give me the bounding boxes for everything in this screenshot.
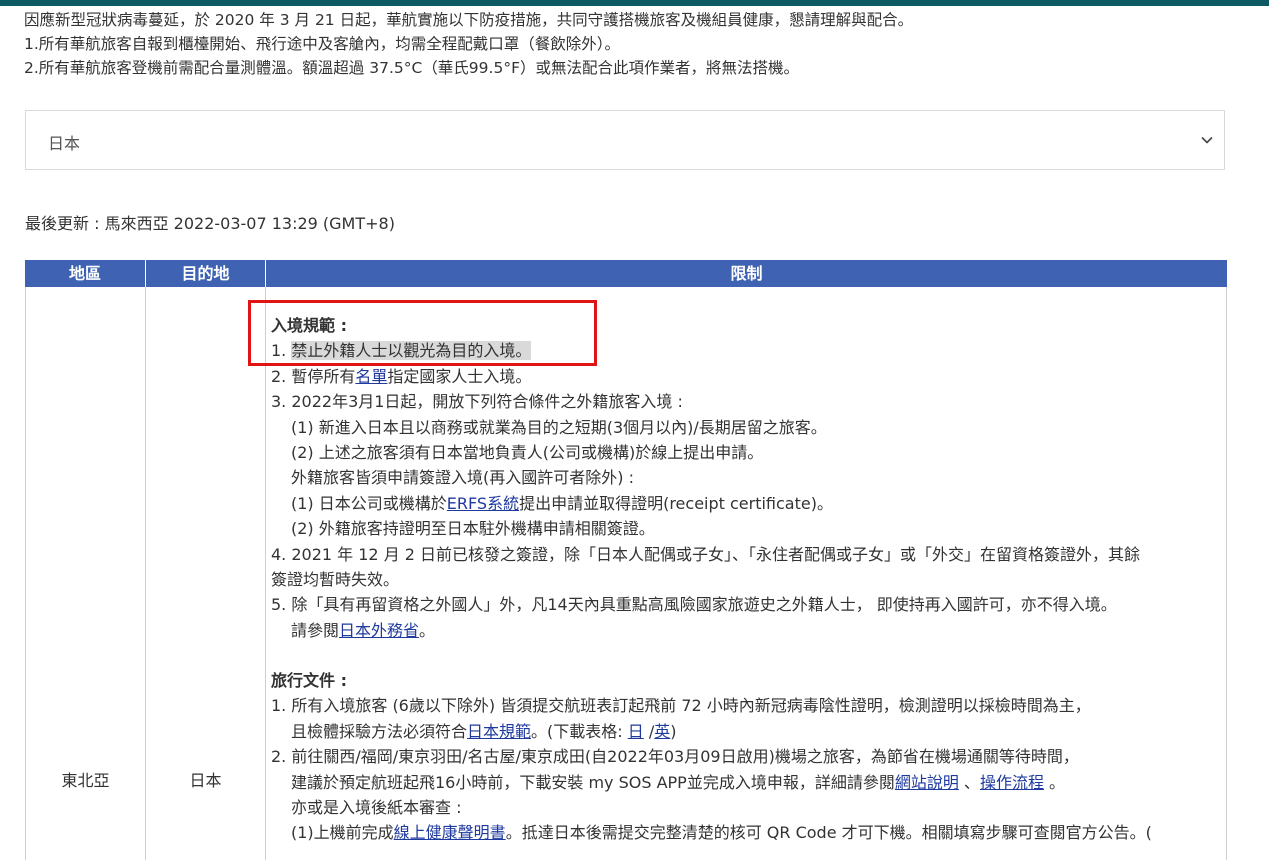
operation-flow-link[interactable]: 操作流程	[980, 773, 1044, 792]
destination-value: 日本	[189, 771, 222, 790]
chevron-down-icon	[1201, 136, 1213, 144]
last-updated-text: 最後更新 : 馬來西亞 2022-03-07 13:29 (GMT+8)	[25, 214, 395, 233]
item-text: 請參閱	[291, 620, 340, 640]
travel-item-1: 1. 所有入境旅客 (6歲以下除外) 皆須提交航班表訂起飛前 72 小時內新冠病…	[271, 696, 1091, 716]
travel-item-2-paper: 亦或是入境後紙本審查 :	[291, 798, 462, 818]
notice-line: 1.所有華航旅客自報到櫃檯開始、飛行途中及客艙內，均需全程配戴口罩（餐飲除外）。	[24, 35, 621, 53]
health-declaration-link[interactable]: 線上健康聲明書	[394, 823, 506, 842]
entry-item-3-sub2: (2) 上述之旅客須有日本當地負責人(公司或機構)於線上提出申請。	[291, 442, 764, 462]
country-select-value: 日本	[48, 134, 81, 153]
restrictions-table: 地區 目的地 限制 東北亞 日本 入境規範 : 1. 禁止外籍人士以觀光為目的入…	[25, 260, 1227, 860]
highlight-annotation-box	[248, 300, 597, 366]
item-text: (1)上機前完成	[291, 823, 394, 843]
restriction-content: 入境規範 : 1. 禁止外籍人士以觀光為目的入境。 2. 暫停所有名單指定國家人…	[271, 313, 1152, 846]
item-text: )	[670, 721, 677, 741]
item-text: (1) 日本公司或機構於	[291, 493, 447, 513]
travel-item-2-sub1: (1)上機前完成線上健康聲明書。抵達日本後需提交完整清楚的核可 QR Code …	[271, 820, 1152, 845]
country-select[interactable]: 日本	[25, 110, 1225, 170]
top-accent-bar	[0, 0, 1269, 6]
item-text: 。(下載表格:	[531, 721, 628, 741]
entry-item-3-visa1: (1) 日本公司或機構於ERFS系統提出申請並取得證明(receipt cert…	[271, 491, 1152, 516]
notice-line: 因應新型冠狀病毒蔓延，於 2020 年 3 月 21 日起，華航實施以下防疫措施…	[24, 11, 914, 29]
travel-item-2: 2. 前往關西/福岡/東京羽田/名古屋/東京成田(自2022年03月09日啟用)…	[271, 747, 1079, 767]
name-list-link[interactable]: 名單	[355, 367, 387, 386]
item-text: 建議於預定航班起飛16小時前，下載安裝 my SOS APP並完成入境申報，詳細…	[291, 772, 895, 792]
travel-item-1-cont: 且檢體採驗方法必須符合日本規範。(下載表格: 日 /英)	[271, 719, 1152, 744]
item-text: 2. 暫停所有	[271, 366, 356, 386]
item-text: 提出申請並取得證明(receipt certificate)。	[519, 493, 833, 513]
erfs-system-link[interactable]: ERFS系統	[447, 494, 519, 513]
region-cell: 東北亞	[25, 287, 146, 860]
destination-cell: 日本	[146, 287, 266, 860]
item-text: 指定國家人士入境。	[387, 366, 532, 386]
form-japanese-link[interactable]: 日	[628, 722, 644, 741]
entry-item-5-ref: 請參閱日本外務省。	[271, 618, 1152, 643]
item-text: 。抵達日本後需提交完整清楚的核可 QR Code 才可下機。相關填寫步驟可查閱官…	[505, 823, 1152, 843]
entry-item-4-cont: 簽證均暫時失效。	[271, 569, 400, 589]
restriction-cell: 入境規範 : 1. 禁止外籍人士以觀光為目的入境。 2. 暫停所有名單指定國家人…	[266, 287, 1227, 860]
item-text: 。	[1043, 772, 1066, 792]
item-text: /	[643, 721, 655, 741]
item-text: 且檢體採驗方法必須符合	[291, 721, 468, 741]
website-guide-link[interactable]: 網站說明	[895, 773, 959, 792]
mofa-japan-link[interactable]: 日本外務省	[339, 621, 419, 640]
item-text: 、	[958, 772, 980, 792]
entry-item-5: 5. 除「具有再留資格之外國人」外，凡14天內具重點高風險國家旅遊史之外籍人士，…	[271, 595, 1117, 615]
entry-item-4: 4. 2021 年 12 月 2 日前已核發之簽證，除「日本人配偶或子女」、「永…	[271, 544, 1141, 564]
japan-rules-link[interactable]: 日本規範	[467, 722, 531, 741]
travel-item-2-cont: 建議於預定航班起飛16小時前，下載安裝 my SOS APP並完成入境申報，詳細…	[271, 770, 1152, 795]
entry-item-3: 3. 2022年3月1日起，開放下列符合條件之外籍旅客入境 :	[271, 392, 683, 412]
entry-item-2: 2. 暫停所有名單指定國家人士入境。	[271, 364, 1152, 389]
entry-item-3-visa: 外籍旅客皆須申請簽證入境(再入國許可者除外) :	[291, 468, 634, 488]
notice-line: 2.所有華航旅客登機前需配合量測體溫。額溫超過 37.5°C（華氏99.5°F）…	[24, 59, 799, 77]
form-english-link[interactable]: 英	[654, 722, 670, 741]
header-destination: 目的地	[146, 260, 266, 287]
covid-notice: 因應新型冠狀病毒蔓延，於 2020 年 3 月 21 日起，華航實施以下防疫措施…	[24, 8, 913, 80]
header-restriction: 限制	[266, 260, 1227, 287]
entry-item-3-sub1: (1) 新進入日本且以商務或就業為目的之短期(3個月以內)/長期居留之旅客。	[291, 417, 827, 437]
travel-heading: 旅行文件 :	[271, 671, 347, 691]
item-text: 。	[419, 620, 436, 640]
header-region: 地區	[25, 260, 146, 287]
region-value: 東北亞	[61, 771, 110, 790]
entry-item-3-visa2: (2) 外籍旅客持證明至日本駐外機構申請相關簽證。	[291, 519, 655, 539]
